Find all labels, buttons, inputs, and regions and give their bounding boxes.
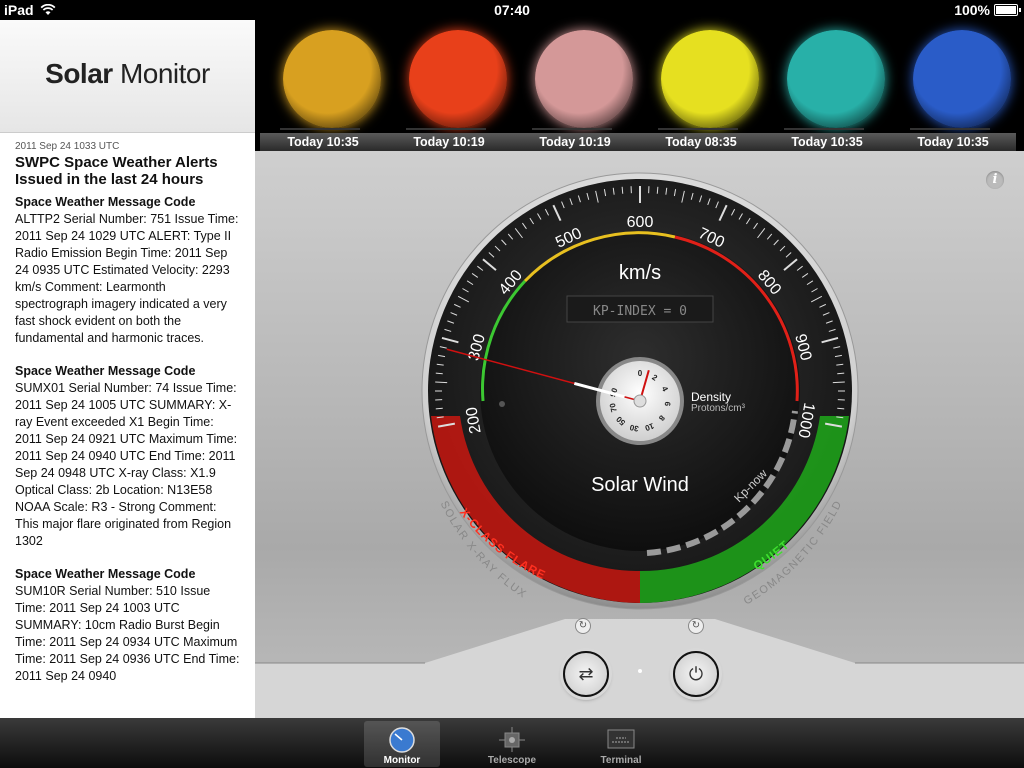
speed-tick [837,372,845,375]
alerts-heading: SWPC Space Weather Alerts Issued in the … [15,154,218,188]
caption-line [406,128,486,130]
thumbnail-time: Today 10:19 [512,133,638,151]
caption-line [910,128,990,130]
solar-wind-gauge: 2003004005006007008009001000 km/s KP-IND… [255,172,1024,718]
thumbnail-time: Today 10:35 [764,133,890,151]
caption-line [658,128,738,130]
terminal-icon [607,729,635,749]
density-tick-label: 0 [638,369,643,378]
sun-image [661,30,759,128]
alert-item: Space Weather Message Code SUMX01 Serial… [15,363,240,550]
refresh-icon: ⇄ [578,664,594,684]
alerts-panel[interactable]: Solar Monitor 2011 Sep 24 1033 UTC SWPC … [0,20,255,718]
alert-body: SUMX01 Serial Number: 74 Issue Time: 201… [15,381,238,548]
kp-display: KP-INDEX = 0 [593,304,687,319]
sun-image [787,30,885,128]
clock: 07:40 [494,2,530,18]
tab-label: Monitor [383,755,421,766]
sun-image-strip[interactable]: Today 10:35 Today 10:19 Today 10:19 Toda… [255,20,1024,151]
screw [499,401,505,407]
caption-line [784,128,864,130]
sun-image [913,30,1011,128]
alert-head: Space Weather Message Code [15,364,196,378]
telescope-icon [499,727,525,752]
alert-item: Space Weather Message Code SUM10R Serial… [15,566,240,685]
sun-thumbnail[interactable]: Today 08:35 [638,20,764,151]
alerts-list[interactable]: 2011 Sep 24 1033 UTC SWPC Space Weather … [0,133,255,685]
info-icon[interactable]: i [986,171,1004,189]
sun-thumbnail[interactable]: Today 10:35 [260,20,386,151]
alert-item: Space Weather Message Code ALTTP2 Serial… [15,194,240,347]
speed-tick [656,186,659,194]
density-unit: Protons/cm³ [691,403,746,414]
thumbnail-time: Today 10:35 [890,133,1016,151]
thumbnail-time: Today 08:35 [638,133,764,151]
power-small-icon: ↻ [688,618,704,634]
alert-head: Space Weather Message Code [15,195,196,209]
caption-line [532,128,612,130]
speed-tick [832,381,845,384]
gauge-icon [389,727,415,753]
battery-icon [994,4,1021,16]
alert-head: Space Weather Message Code [15,567,196,581]
sun-thumbnail[interactable]: Today 10:35 [890,20,1016,151]
alerts-date: 2011 Sep 24 1033 UTC [15,141,120,152]
speed-tick [435,381,448,384]
app-title: Solar Monitor [45,58,210,89]
speed-tick [435,407,443,410]
status-dot [638,669,642,673]
tab-monitor[interactable]: Monitor [364,721,440,767]
caption-line [280,128,360,130]
tab-label: Terminal [600,755,642,766]
battery-percent: 100% [954,2,990,18]
tab-label: Telescope [487,755,537,766]
status-bar: iPad 07:40 100% [0,0,1024,20]
sun-image [409,30,507,128]
sun-thumbnail[interactable]: Today 10:19 [512,20,638,151]
gauge-title: Solar Wind [591,474,689,496]
alert-body: ALTTP2 Serial Number: 751 Issue Time: 20… [15,212,239,345]
tab-terminal[interactable]: Terminal [583,721,659,767]
refresh-button[interactable]: ⇄ [563,651,609,697]
speed-tick [837,407,845,410]
density-label: Density [691,390,731,404]
gauge-area: 200 300 400 500 600 700 800 900 1000 km/s KP-IND… [255,151,1024,718]
sun-image [283,30,381,128]
speed-unit: km/s [619,262,661,284]
speed-tick [621,186,624,194]
speed-tick [435,372,443,375]
thumbnail-time: Today 10:35 [260,133,386,151]
power-button[interactable]: ⏻ [673,651,719,697]
refresh-small-icon: ↻ [575,618,591,634]
power-icon: ⏻ [688,664,704,684]
sun-thumbnail[interactable]: Today 10:19 [386,20,512,151]
base-plate [255,619,1024,718]
tab-bar: Monitor Telescope Terminal [0,718,1024,768]
tab-telescope[interactable]: Telescope [474,721,550,767]
density-hub [633,394,647,408]
sun-image [535,30,633,128]
sun-thumbnail[interactable]: Today 10:35 [764,20,890,151]
alert-body: SUM10R Serial Number: 510 Issue Time: 20… [15,584,240,683]
speed-tick-label: 600 [627,214,654,231]
thumbnail-time: Today 10:19 [386,133,512,151]
app-header: Solar Monitor [0,20,255,133]
